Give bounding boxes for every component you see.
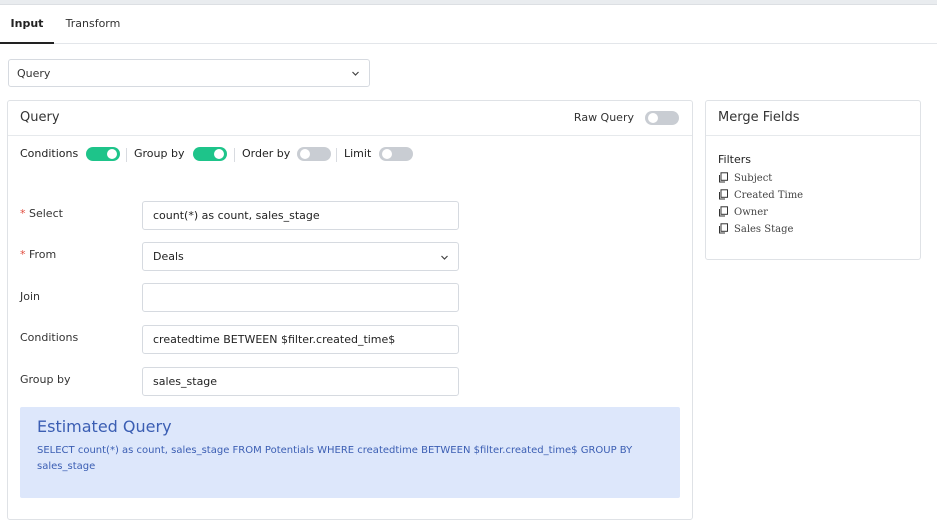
select-label: * Select (20, 207, 63, 220)
merge-fields-header: Merge Fields (706, 101, 920, 136)
group-by-input[interactable]: sales_stage (142, 367, 459, 396)
divider (126, 148, 127, 162)
group-by-label: Group by (20, 373, 71, 386)
merge-field-item[interactable]: Sales Stage (718, 223, 793, 237)
divider (336, 148, 337, 162)
copy-icon (718, 189, 729, 200)
estimated-query-sql: SELECT count(*) as count, sales_stage FR… (37, 445, 633, 472)
chevron-down-icon (352, 70, 359, 77)
merge-fields-panel: Merge Fields Filters Subject Created Tim… (705, 100, 921, 260)
conditions-toggle[interactable] (86, 147, 120, 161)
merge-fields-title: Merge Fields (718, 110, 800, 125)
option-order-by-label: Order by (242, 147, 291, 160)
copy-icon (718, 172, 729, 183)
merge-field-item[interactable]: Subject (718, 172, 772, 186)
source-select[interactable]: Query (8, 59, 370, 87)
option-conditions-label: Conditions (20, 147, 79, 160)
toggle-knob (107, 149, 117, 159)
join-input[interactable] (142, 283, 459, 312)
query-panel: Query Raw Query Conditions Group by Orde… (7, 100, 693, 520)
conditions-input-value: createdtime BETWEEN $filter.created_time… (153, 333, 396, 346)
toggle-knob (300, 149, 310, 159)
conditions-input[interactable]: createdtime BETWEEN $filter.created_time… (142, 325, 459, 354)
tab-transform[interactable]: Transform (54, 5, 132, 42)
select-input[interactable]: count(*) as count, sales_stage (142, 201, 459, 230)
limit-toggle[interactable] (379, 147, 413, 161)
option-limit-label: Limit (344, 147, 372, 160)
divider (234, 148, 235, 162)
merge-field-item[interactable]: Created Time (718, 189, 803, 203)
copy-icon (718, 223, 729, 234)
group-by-input-value: sales_stage (153, 375, 218, 388)
query-panel-header: Query Raw Query (8, 101, 692, 136)
chevron-down-icon (441, 254, 448, 261)
estimated-query-title: Estimated Query (37, 417, 172, 436)
join-label: Join (20, 290, 41, 303)
tab-input[interactable]: Input (0, 5, 54, 44)
conditions-label: Conditions (20, 331, 79, 344)
option-group-by-label: Group by (134, 147, 185, 160)
group-by-toggle[interactable] (193, 147, 227, 161)
source-select-value: Query (17, 67, 51, 80)
copy-icon (718, 206, 729, 217)
from-select-value: Deals (153, 250, 184, 263)
estimated-query-box: Estimated Query SELECT count(*) as count… (20, 407, 680, 498)
toggle-knob (214, 149, 224, 159)
tab-bar: Input Transform (0, 5, 937, 44)
query-panel-title: Query (20, 110, 60, 125)
filters-heading: Filters (718, 153, 751, 166)
toggle-knob (382, 149, 392, 159)
query-options-row: Conditions Group by Order by Limit (8, 135, 692, 173)
from-select[interactable]: Deals (142, 242, 459, 271)
merge-field-item[interactable]: Owner (718, 206, 768, 220)
raw-query-label: Raw Query (573, 111, 634, 124)
order-by-toggle[interactable] (297, 147, 331, 161)
raw-query-toggle[interactable] (645, 111, 679, 125)
from-label: * From (20, 248, 57, 261)
toggle-knob (648, 113, 658, 123)
select-input-value: count(*) as count, sales_stage (153, 209, 320, 222)
